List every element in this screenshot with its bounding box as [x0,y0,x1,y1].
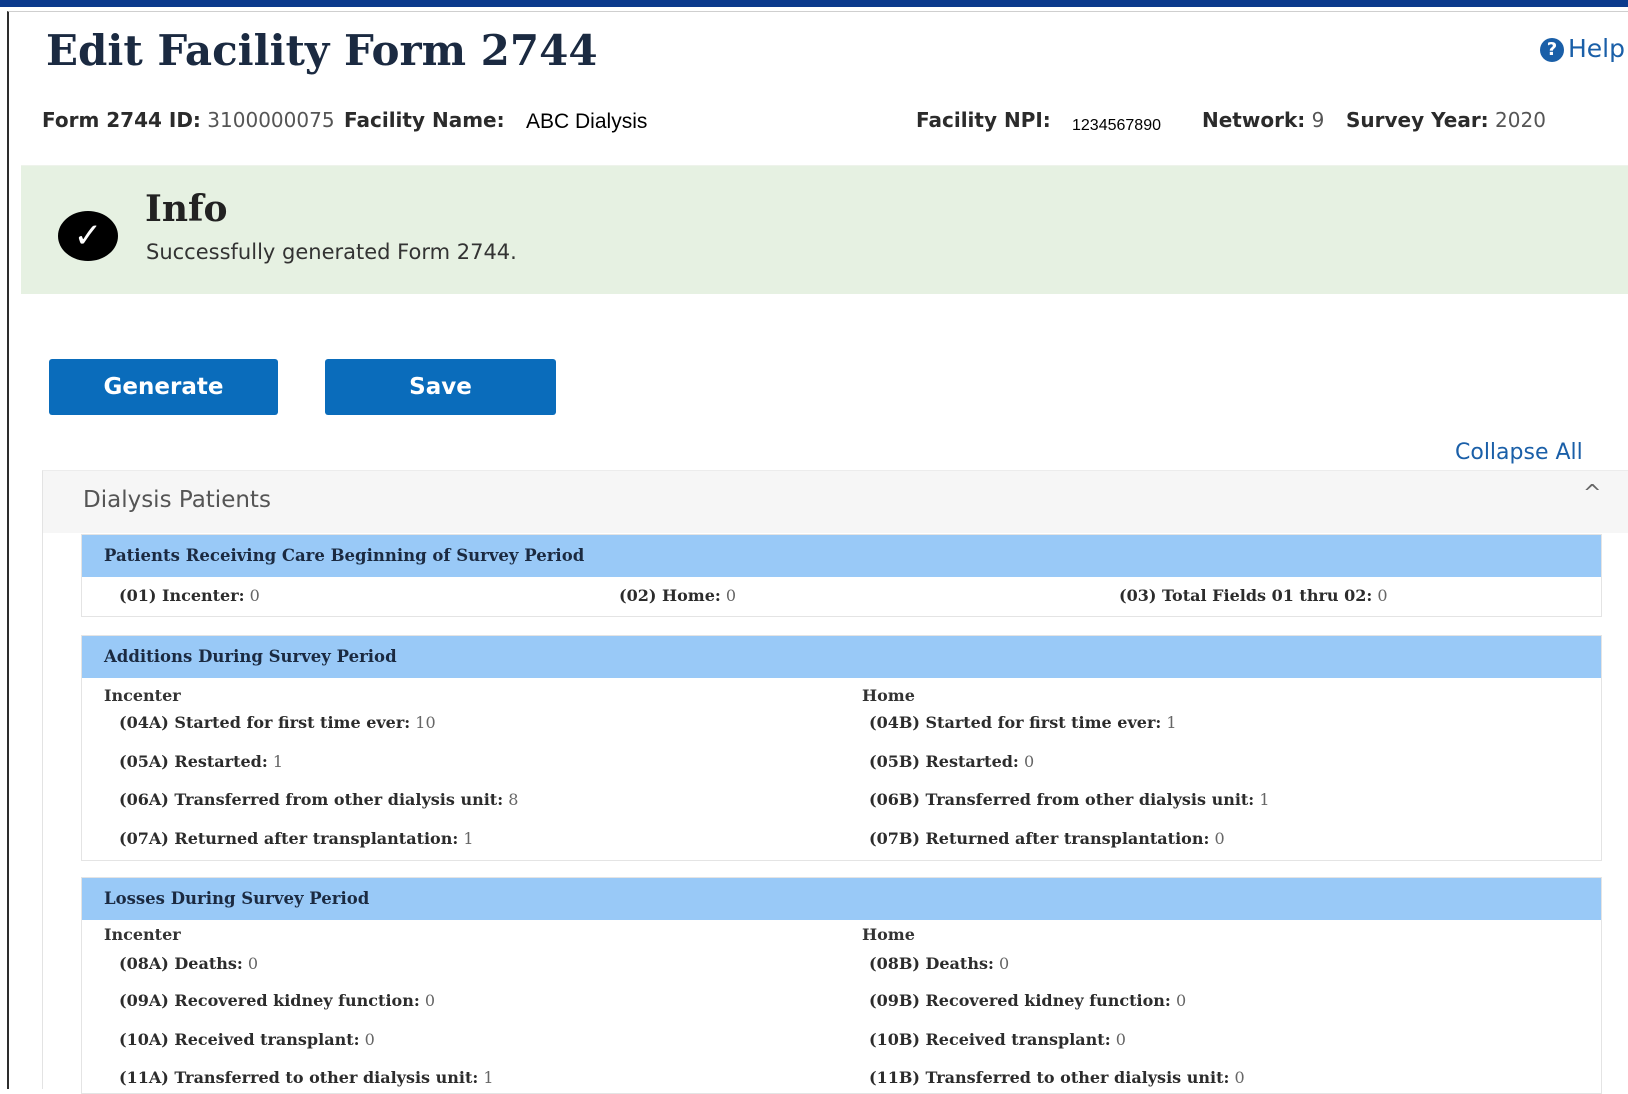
field-label: (05A) Restarted: [119,752,268,771]
field-label: (10A) Received transplant: [119,1030,360,1049]
survey-year: Survey Year: 2020 [1346,108,1546,132]
field-value: 0 [725,586,737,605]
field-value: 0 [998,954,1010,973]
field-value: 1 [272,752,284,771]
chevron-up-icon: ^ [1583,481,1602,506]
field-09b: (09B) Recovered kidney function: 0 [869,991,1186,1010]
facility-name-label: Facility Name: [344,108,505,132]
field-label: (09A) Recovered kidney function: [119,991,420,1010]
info-title: Info [145,188,228,230]
section-losses: Losses During Survey Period Incenter Hom… [81,877,1602,1094]
field-label: (01) Incenter: [119,586,245,605]
field-label: (02) Home: [619,586,721,605]
info-message: Successfully generated Form 2744. [146,240,517,264]
form-id-label: Form 2744 ID: [42,108,201,132]
survey-year-label: Survey Year: [1346,108,1489,132]
field-value: 8 [508,790,519,809]
collapse-all-link[interactable]: Collapse All [1455,440,1583,465]
incenter-heading: Incenter [104,925,181,944]
field-value: 0 [1175,991,1187,1010]
field-value: 0 [364,1030,375,1049]
facility-npi: Facility NPI: [916,108,1051,132]
field-label: (05B) Restarted: [869,752,1019,771]
field-label: (10B) Received transplant: [869,1030,1111,1049]
field-value: 0 [1023,752,1035,771]
form-id: Form 2744 ID: 3100000075 [42,108,335,132]
field-value: 1 [1259,790,1270,809]
home-heading: Home [862,925,915,944]
field-07b: (07B) Returned after transplantation: 0 [869,829,1225,848]
field-03: (03) Total Fields 01 thru 02: 0 [1119,586,1388,605]
field-value: 1 [463,829,474,848]
field-04a: (04A) Started for first time ever: 10 [119,713,436,732]
facility-npi-value-wrap: 1234567890 [1072,111,1161,135]
field-08b: (08B) Deaths: 0 [869,954,1009,973]
field-08a: (08A) Deaths: 0 [119,954,258,973]
field-value: 0 [1377,586,1388,605]
survey-year-value: 2020 [1495,108,1546,132]
field-value: 0 [424,991,436,1010]
field-10b: (10B) Received transplant: 0 [869,1030,1126,1049]
field-value: 1 [1166,713,1177,732]
field-10a: (10A) Received transplant: 0 [119,1030,375,1049]
section-losses-title: Losses During Survey Period [82,878,1601,920]
help-label: Help [1568,34,1625,63]
field-value: 0 [1214,829,1225,848]
field-label: (08A) Deaths: [119,954,243,973]
field-label: (08B) Deaths: [869,954,994,973]
field-label: (07A) Returned after transplantation: [119,829,459,848]
network-label: Network: [1202,108,1306,132]
field-value: 0 [249,586,260,605]
field-label: (04A) Started for first time ever: [119,713,411,732]
field-label: (06B) Transferred from other dialysis un… [869,790,1255,809]
field-label: (03) Total Fields 01 thru 02: [1119,586,1373,605]
facility-name-value: ABC Dialysis [526,110,648,133]
field-label: (11A) Transferred to other dialysis unit… [119,1068,479,1087]
home-heading: Home [862,686,915,705]
section-beginning-title: Patients Receiving Care Beginning of Sur… [82,535,1601,577]
facility-name-value-wrap: ABC Dialysis [526,109,647,134]
field-05a: (05A) Restarted: 1 [119,752,283,771]
network: Network: 9 [1202,108,1324,132]
field-label: (04B) Started for first time ever: [869,713,1162,732]
field-value: 10 [415,713,436,732]
accordion-title: Dialysis Patients [83,487,271,513]
page-title: Edit Facility Form 2744 [46,26,598,75]
field-value: 1 [483,1068,494,1087]
facility-npi-label: Facility NPI: [916,108,1051,132]
accordion-header[interactable]: Dialysis Patients ^ [43,471,1628,533]
field-06a: (06A) Transferred from other dialysis un… [119,790,518,809]
facility-npi-value: 1234567890 [1072,117,1161,134]
top-accent-bar [0,0,1628,7]
field-label: (11B) Transferred to other dialysis unit… [869,1068,1230,1087]
info-alert: ✓ Info Successfully generated Form 2744. [21,165,1628,294]
field-label: (09B) Recovered kidney function: [869,991,1171,1010]
incenter-heading: Incenter [104,686,181,705]
field-label: (06A) Transferred from other dialysis un… [119,790,504,809]
field-value: 0 [1115,1030,1126,1049]
field-07a: (07A) Returned after transplantation: 1 [119,829,474,848]
field-05b: (05B) Restarted: 0 [869,752,1034,771]
form-id-value: 3100000075 [207,108,335,132]
question-circle-icon: ? [1540,38,1564,62]
field-02: (02) Home: 0 [619,586,736,605]
field-11a: (11A) Transferred to other dialysis unit… [119,1068,494,1087]
field-01: (01) Incenter: 0 [119,586,260,605]
field-label: (07B) Returned after transplantation: [869,829,1210,848]
save-button[interactable]: Save [325,359,556,415]
facility-name: Facility Name: [344,108,505,132]
field-09a: (09A) Recovered kidney function: 0 [119,991,435,1010]
network-value: 9 [1311,108,1325,132]
section-beginning: Patients Receiving Care Beginning of Sur… [81,534,1602,617]
section-additions-title: Additions During Survey Period [82,636,1601,678]
field-04b: (04B) Started for first time ever: 1 [869,713,1177,732]
field-11b: (11B) Transferred to other dialysis unit… [869,1068,1245,1087]
field-value: 0 [1234,1068,1245,1087]
field-value: 0 [247,954,259,973]
section-additions: Additions During Survey Period Incenter … [81,635,1602,861]
generate-button[interactable]: Generate [49,359,278,415]
help-link[interactable]: ? Help [1540,34,1625,63]
field-06b: (06B) Transferred from other dialysis un… [869,790,1270,809]
check-circle-icon: ✓ [58,211,118,261]
